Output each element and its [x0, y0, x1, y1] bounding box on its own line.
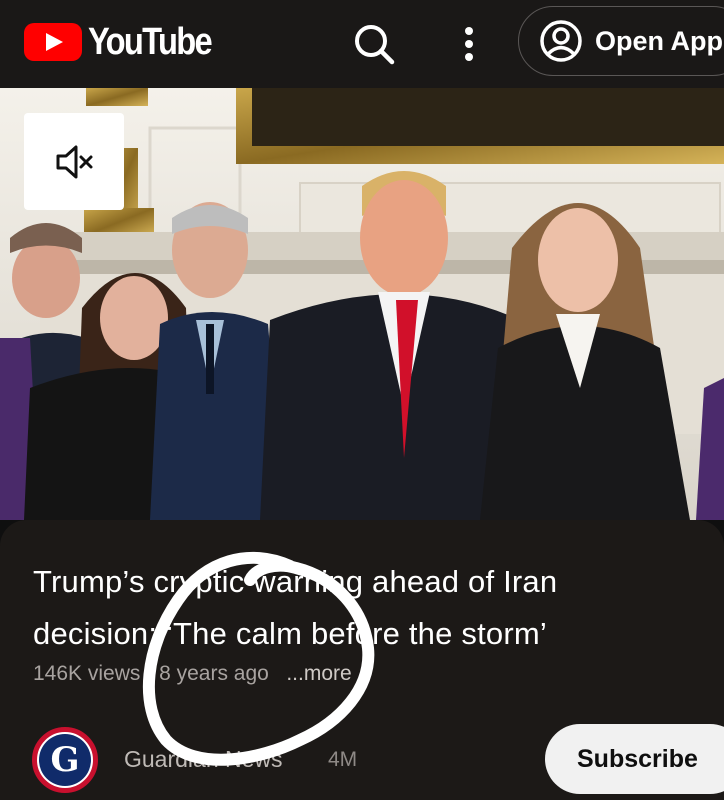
- open-app-button[interactable]: Open App: [518, 6, 724, 76]
- search-button[interactable]: [350, 20, 398, 68]
- search-icon: [355, 25, 395, 65]
- more-link[interactable]: ...more: [286, 662, 351, 685]
- upload-age: 8 years ago: [159, 662, 269, 685]
- meta-separator: ·: [146, 662, 154, 685]
- channel-name[interactable]: Guardian News: [124, 746, 283, 773]
- unmute-button[interactable]: [24, 113, 124, 210]
- subscriber-count: 4M: [328, 748, 358, 771]
- view-count: 146K views: [33, 662, 141, 685]
- youtube-play-icon: [24, 23, 82, 61]
- subscribe-button[interactable]: Subscribe: [545, 724, 724, 794]
- volume-off-icon: [56, 145, 93, 178]
- youtube-logo[interactable]: YouTube: [24, 20, 231, 63]
- more-options-button[interactable]: [452, 20, 486, 68]
- video-title[interactable]: Trump’s cryptic warning ahead of Iran de…: [33, 556, 673, 660]
- account-circle-icon: [540, 20, 582, 62]
- top-app-bar: YouTube Open App: [0, 0, 724, 88]
- logo-text: YouTube: [88, 20, 213, 63]
- video-metadata[interactable]: 146K views · 8 years ago ...more: [33, 662, 352, 686]
- more-vert-icon: [465, 27, 473, 61]
- open-app-label: Open App: [595, 25, 723, 56]
- channel-avatar[interactable]: G: [32, 727, 98, 793]
- avatar-letter: G: [39, 734, 91, 786]
